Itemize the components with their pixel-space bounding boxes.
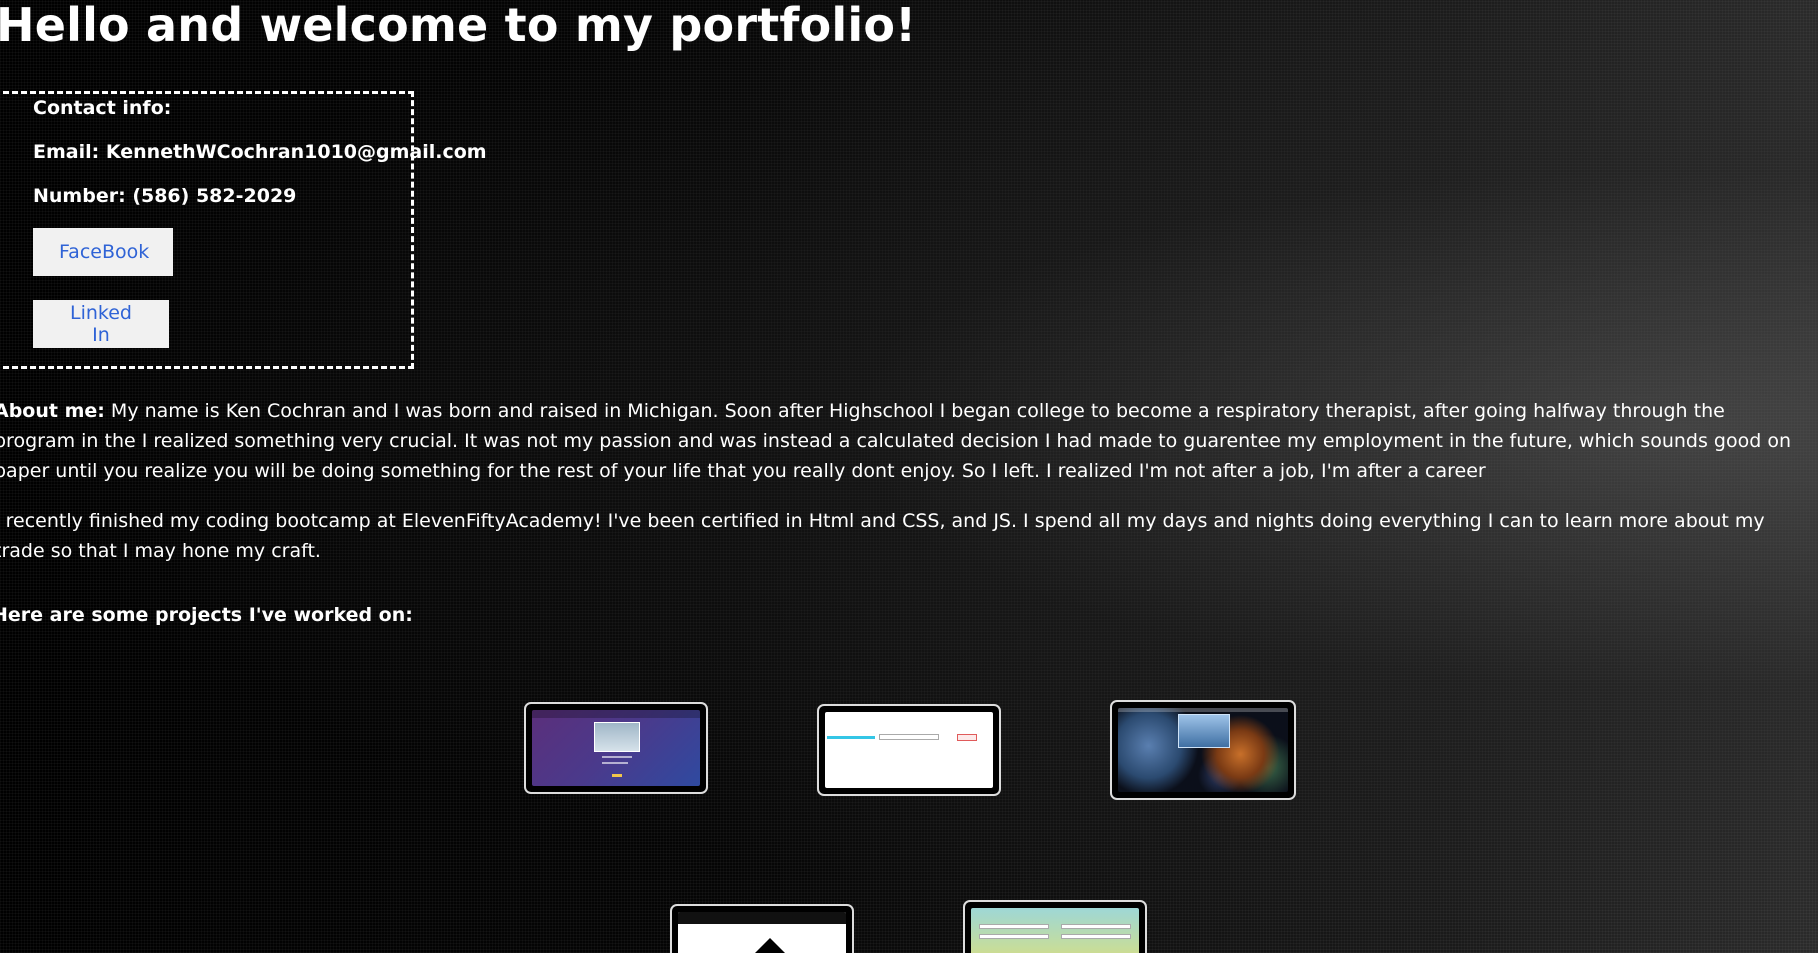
contact-box: Contact info: Email: KennethWCochran1010… [0, 91, 487, 369]
number-line: Number: (586) 582-2029 [33, 185, 296, 207]
preview-form-field [979, 934, 1049, 939]
about-text: My name is Ken Cochran and I was born an… [0, 400, 1792, 482]
project-preview-space-page [1118, 708, 1288, 792]
linkedin-button[interactable]: Linked In [33, 300, 169, 348]
preview-form-field [979, 924, 1049, 929]
preview-navbar [532, 710, 700, 718]
preview-cta [612, 774, 622, 777]
email-line: Email: KennethWCochran1010@gmail.com [33, 141, 487, 163]
preview-text-line [602, 762, 628, 764]
contact-heading: Contact info: [33, 97, 172, 119]
project-thumbnail-2[interactable] [817, 704, 1001, 796]
project-thumbnail-3[interactable] [1110, 700, 1296, 800]
page-title: Hello and welcome to my portfolio! [0, 0, 917, 52]
preview-label [827, 736, 875, 739]
preview-form-field [1061, 934, 1131, 939]
preview-triangle-shape [752, 938, 788, 953]
project-thumbnail-1[interactable] [524, 702, 708, 794]
email-label: Email: [33, 141, 100, 163]
bootcamp-paragraph: I recently finished my coding bootcamp a… [0, 510, 1765, 562]
about-paragraph: About me: My name is Ken Cochran and I w… [0, 396, 1809, 486]
preview-navbar [678, 912, 846, 924]
preview-text-line [602, 756, 632, 758]
projects-heading: Here are some projects I've worked on: [0, 604, 413, 626]
project-preview-signup-form [971, 908, 1139, 953]
preview-form-field [1061, 924, 1131, 929]
preview-search-button [957, 734, 977, 741]
project-preview-search-page [825, 712, 993, 788]
project-thumbnail-4[interactable] [670, 904, 854, 953]
about-label: About me: [0, 400, 105, 422]
preview-topbar [1118, 708, 1288, 712]
number-label: Number: [33, 185, 126, 207]
project-thumbnail-5[interactable] [963, 900, 1147, 953]
preview-input [879, 734, 939, 740]
preview-astronaut-image [1178, 714, 1230, 748]
preview-hero-image [594, 722, 640, 752]
project-preview-landing-page [532, 710, 700, 786]
facebook-button[interactable]: FaceBook [33, 228, 173, 276]
project-preview-dark-page [678, 912, 846, 953]
email-value: KennethWCochran1010@gmail.com [105, 141, 487, 163]
number-value: (586) 582-2029 [132, 185, 297, 207]
